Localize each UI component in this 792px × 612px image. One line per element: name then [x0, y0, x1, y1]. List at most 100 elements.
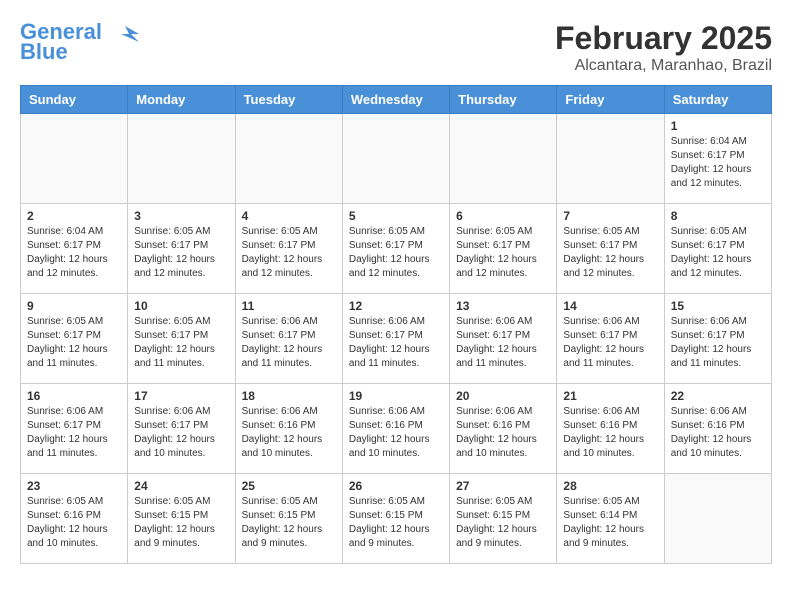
calendar-day-cell: 10 Sunrise: 6:05 AM Sunset: 6:17 PM Dayli… [128, 294, 235, 384]
calendar-day-cell: 7 Sunrise: 6:05 AM Sunset: 6:17 PM Daylig… [557, 204, 664, 294]
calendar-header-row: SundayMondayTuesdayWednesdayThursdayFrid… [21, 86, 772, 114]
calendar-subtitle: Alcantara, Maranhao, Brazil [555, 57, 772, 75]
calendar-day-cell: 5 Sunrise: 6:05 AM Sunset: 6:17 PM Daylig… [342, 204, 449, 294]
calendar-table: SundayMondayTuesdayWednesdayThursdayFrid… [20, 85, 772, 564]
day-number: 11 [242, 299, 336, 313]
logo-bird-icon [111, 24, 139, 42]
day-number: 28 [563, 479, 657, 493]
calendar-day-cell: 17 Sunrise: 6:06 AM Sunset: 6:17 PM Dayli… [128, 384, 235, 474]
calendar-day-cell: 28 Sunrise: 6:05 AM Sunset: 6:14 PM Dayli… [557, 474, 664, 564]
day-number: 10 [134, 299, 228, 313]
day-info: Sunrise: 6:06 AM Sunset: 6:16 PM Dayligh… [456, 405, 550, 461]
day-info: Sunrise: 6:06 AM Sunset: 6:16 PM Dayligh… [349, 405, 443, 461]
day-info: Sunrise: 6:05 AM Sunset: 6:15 PM Dayligh… [349, 495, 443, 551]
calendar-day-cell [664, 474, 771, 564]
day-info: Sunrise: 6:05 AM Sunset: 6:17 PM Dayligh… [456, 225, 550, 281]
calendar-title: February 2025 [555, 20, 772, 57]
day-info: Sunrise: 6:05 AM Sunset: 6:17 PM Dayligh… [563, 225, 657, 281]
calendar-week-row: 16 Sunrise: 6:06 AM Sunset: 6:17 PM Dayli… [21, 384, 772, 474]
day-info: Sunrise: 6:05 AM Sunset: 6:15 PM Dayligh… [242, 495, 336, 551]
day-info: Sunrise: 6:06 AM Sunset: 6:17 PM Dayligh… [242, 315, 336, 371]
day-number: 21 [563, 389, 657, 403]
day-info: Sunrise: 6:05 AM Sunset: 6:17 PM Dayligh… [349, 225, 443, 281]
day-number: 26 [349, 479, 443, 493]
day-of-week-header: Thursday [450, 86, 557, 114]
day-info: Sunrise: 6:04 AM Sunset: 6:17 PM Dayligh… [27, 225, 121, 281]
calendar-day-cell: 6 Sunrise: 6:05 AM Sunset: 6:17 PM Daylig… [450, 204, 557, 294]
calendar-day-cell: 22 Sunrise: 6:06 AM Sunset: 6:16 PM Dayli… [664, 384, 771, 474]
day-number: 6 [456, 209, 550, 223]
calendar-day-cell: 24 Sunrise: 6:05 AM Sunset: 6:15 PM Dayli… [128, 474, 235, 564]
day-number: 15 [671, 299, 765, 313]
calendar-day-cell: 4 Sunrise: 6:05 AM Sunset: 6:17 PM Daylig… [235, 204, 342, 294]
calendar-day-cell: 16Sunrise: 6:06 AM Sunset: 6:17 PM Dayli… [21, 384, 128, 474]
day-info: Sunrise: 6:05 AM Sunset: 6:17 PM Dayligh… [671, 225, 765, 281]
day-of-week-header: Wednesday [342, 86, 449, 114]
title-area: February 2025 Alcantara, Maranhao, Brazi… [555, 20, 772, 75]
calendar-day-cell [128, 114, 235, 204]
day-number: 16 [27, 389, 121, 403]
calendar-day-cell: 18 Sunrise: 6:06 AM Sunset: 6:16 PM Dayli… [235, 384, 342, 474]
calendar-day-cell [21, 114, 128, 204]
day-info: Sunrise: 6:06 AM Sunset: 6:16 PM Dayligh… [563, 405, 657, 461]
calendar-day-cell: 26 Sunrise: 6:05 AM Sunset: 6:15 PM Dayli… [342, 474, 449, 564]
day-of-week-header: Tuesday [235, 86, 342, 114]
day-number: 7 [563, 209, 657, 223]
day-info: Sunrise: 6:06 AM Sunset: 6:16 PM Dayligh… [242, 405, 336, 461]
logo: General Blue [20, 20, 139, 64]
day-of-week-header: Sunday [21, 86, 128, 114]
calendar-day-cell: 13Sunrise: 6:06 AM Sunset: 6:17 PM Dayli… [450, 294, 557, 384]
day-number: 27 [456, 479, 550, 493]
calendar-day-cell [342, 114, 449, 204]
day-number: 14 [563, 299, 657, 313]
day-info: Sunrise: 6:05 AM Sunset: 6:17 PM Dayligh… [242, 225, 336, 281]
calendar-day-cell: 27 Sunrise: 6:05 AM Sunset: 6:15 PM Dayli… [450, 474, 557, 564]
day-info: Sunrise: 6:05 AM Sunset: 6:17 PM Dayligh… [27, 315, 121, 371]
calendar-day-cell: 23Sunrise: 6:05 AM Sunset: 6:16 PM Dayli… [21, 474, 128, 564]
day-number: 20 [456, 389, 550, 403]
calendar-day-cell: 25 Sunrise: 6:05 AM Sunset: 6:15 PM Dayli… [235, 474, 342, 564]
day-info: Sunrise: 6:06 AM Sunset: 6:17 PM Dayligh… [134, 405, 228, 461]
day-number: 18 [242, 389, 336, 403]
calendar-day-cell: 11 Sunrise: 6:06 AM Sunset: 6:17 PM Dayli… [235, 294, 342, 384]
day-number: 5 [349, 209, 443, 223]
day-number: 22 [671, 389, 765, 403]
calendar-day-cell: 14 Sunrise: 6:06 AM Sunset: 6:17 PM Dayli… [557, 294, 664, 384]
day-info: Sunrise: 6:06 AM Sunset: 6:17 PM Dayligh… [456, 315, 550, 371]
calendar-day-cell [557, 114, 664, 204]
header: General Blue February 2025 Alcantara, Ma… [20, 20, 772, 75]
day-number: 4 [242, 209, 336, 223]
day-of-week-header: Friday [557, 86, 664, 114]
calendar-day-cell [235, 114, 342, 204]
calendar-week-row: 9 Sunrise: 6:05 AM Sunset: 6:17 PM Daylig… [21, 294, 772, 384]
day-number: 19 [349, 389, 443, 403]
day-number: 3 [134, 209, 228, 223]
day-number: 2 [27, 209, 121, 223]
day-number: 17 [134, 389, 228, 403]
day-of-week-header: Saturday [664, 86, 771, 114]
day-number: 23 [27, 479, 121, 493]
day-info: Sunrise: 6:06 AM Sunset: 6:17 PM Dayligh… [671, 315, 765, 371]
day-number: 24 [134, 479, 228, 493]
day-info: Sunrise: 6:06 AM Sunset: 6:17 PM Dayligh… [349, 315, 443, 371]
calendar-day-cell: 1 Sunrise: 6:04 AM Sunset: 6:17 PM Daylig… [664, 114, 771, 204]
calendar-week-row: 23Sunrise: 6:05 AM Sunset: 6:16 PM Dayli… [21, 474, 772, 564]
day-info: Sunrise: 6:05 AM Sunset: 6:14 PM Dayligh… [563, 495, 657, 551]
day-number: 9 [27, 299, 121, 313]
day-info: Sunrise: 6:05 AM Sunset: 6:17 PM Dayligh… [134, 315, 228, 371]
logo-blue-text: Blue [20, 40, 68, 64]
day-info: Sunrise: 6:06 AM Sunset: 6:16 PM Dayligh… [671, 405, 765, 461]
day-number: 8 [671, 209, 765, 223]
day-number: 25 [242, 479, 336, 493]
calendar-day-cell: 2 Sunrise: 6:04 AM Sunset: 6:17 PM Daylig… [21, 204, 128, 294]
day-info: Sunrise: 6:05 AM Sunset: 6:15 PM Dayligh… [456, 495, 550, 551]
calendar-day-cell: 19 Sunrise: 6:06 AM Sunset: 6:16 PM Dayli… [342, 384, 449, 474]
day-number: 1 [671, 119, 765, 133]
day-of-week-header: Monday [128, 86, 235, 114]
calendar-day-cell: 3 Sunrise: 6:05 AM Sunset: 6:17 PM Daylig… [128, 204, 235, 294]
day-info: Sunrise: 6:04 AM Sunset: 6:17 PM Dayligh… [671, 135, 765, 191]
day-info: Sunrise: 6:05 AM Sunset: 6:17 PM Dayligh… [134, 225, 228, 281]
day-info: Sunrise: 6:06 AM Sunset: 6:17 PM Dayligh… [563, 315, 657, 371]
calendar-week-row: 2 Sunrise: 6:04 AM Sunset: 6:17 PM Daylig… [21, 204, 772, 294]
day-info: Sunrise: 6:05 AM Sunset: 6:15 PM Dayligh… [134, 495, 228, 551]
